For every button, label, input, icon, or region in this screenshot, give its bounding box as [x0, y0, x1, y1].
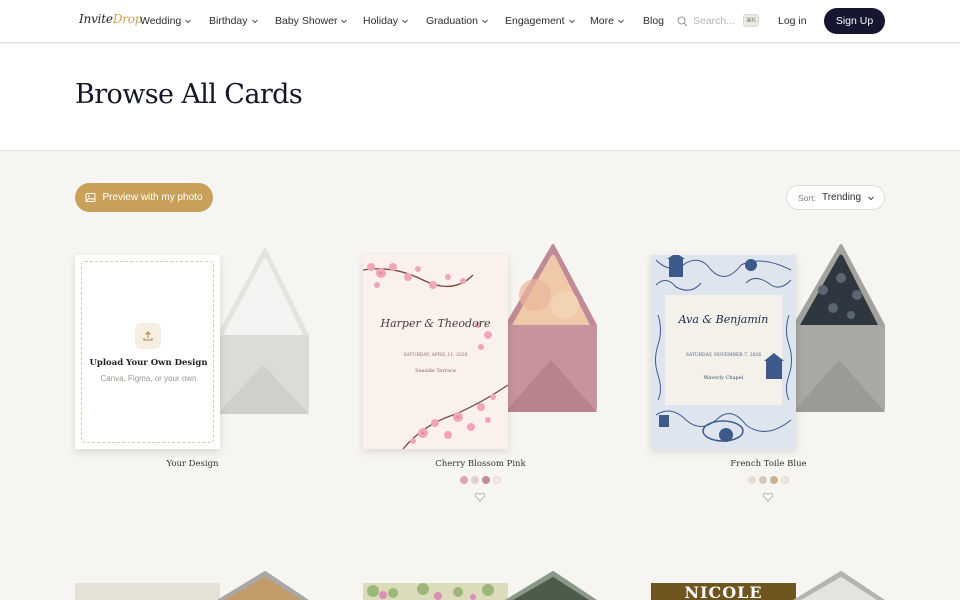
envelope-image — [793, 571, 885, 600]
color-swatches — [651, 476, 886, 484]
card-row2-2[interactable] — [363, 570, 603, 600]
card-preview-image — [363, 583, 508, 600]
card-title: Cherry Blossom Pink — [435, 459, 526, 469]
top-navbar: InviteDrop Wedding Birthday Baby Shower … — [0, 0, 960, 43]
color-swatch[interactable] — [748, 476, 756, 484]
card-cherry-blossom-pink[interactable]: Harper & Theodore SATURDAY, APRIL 11, 20… — [363, 244, 603, 515]
invite-date: SATURDAY, APRIL 11, 2026 — [403, 353, 468, 358]
envelope-image — [505, 244, 597, 412]
envelope-image — [217, 248, 309, 414]
chevron-down-icon — [618, 19, 624, 24]
upload-card[interactable]: Upload Your Own Design Canva, Figma, or … — [75, 255, 220, 449]
nav-item-baby-shower[interactable]: Baby Shower — [275, 15, 348, 27]
card-preview-image: NICOLE — [651, 583, 796, 600]
invite-date: SATURDAY, NOVEMBER 7, 2026 — [685, 353, 762, 358]
upload-title: Upload Your Own Design — [89, 358, 208, 368]
color-swatch[interactable] — [759, 476, 767, 484]
site-logo[interactable]: InviteDrop — [79, 12, 142, 26]
nav-item-holiday[interactable]: Holiday — [363, 15, 409, 27]
color-swatch-selected[interactable] — [482, 476, 490, 484]
chevron-down-icon — [482, 19, 488, 24]
color-swatch[interactable] — [781, 476, 789, 484]
page-title: Browse All Cards — [75, 79, 303, 110]
chevron-down-icon — [251, 19, 258, 24]
color-swatch[interactable] — [460, 476, 468, 484]
color-swatch[interactable] — [493, 476, 501, 484]
image-icon — [85, 193, 96, 202]
chevron-down-icon — [341, 19, 348, 24]
heart-icon[interactable] — [474, 491, 486, 503]
chevron-down-icon — [185, 19, 192, 24]
card-preview-image — [75, 583, 220, 600]
envelope-image — [793, 244, 885, 412]
signup-button[interactable]: Sign Up — [824, 8, 885, 34]
couple-names: Harper & Theodore — [380, 317, 491, 330]
chevron-down-icon — [568, 19, 575, 24]
nav-item-more[interactable]: More — [590, 15, 625, 27]
nav-item-engagement[interactable]: Engagement — [505, 15, 576, 27]
card-row2-3[interactable]: NICOLE — [651, 570, 891, 600]
envelope-image — [217, 571, 309, 600]
card-french-toile-blue[interactable]: Ava & Benjamin SATURDAY, NOVEMBER 7, 202… — [651, 244, 891, 515]
card-title: Your Design — [166, 459, 219, 469]
nav-item-blog[interactable]: Blog — [643, 15, 664, 27]
upload-dropzone[interactable]: Upload Your Own Design Canva, Figma, or … — [81, 261, 214, 443]
card-preview-image: Ava & Benjamin SATURDAY, NOVEMBER 7, 202… — [651, 255, 796, 449]
color-swatch[interactable] — [471, 476, 479, 484]
card-preview-image: Harper & Theodore SATURDAY, APRIL 11, 20… — [363, 255, 508, 449]
heart-icon[interactable] — [762, 491, 774, 503]
cherry-blossom-artwork — [363, 263, 508, 449]
page-header: Browse All Cards — [0, 44, 960, 151]
preview-with-photo-button[interactable]: Preview with my photo — [75, 183, 213, 212]
color-swatches — [363, 476, 598, 484]
upload-subtitle: Canva, Figma, or your own — [100, 374, 197, 383]
card-your-design[interactable]: Upload Your Own Design Canva, Figma, or … — [75, 248, 315, 515]
chevron-down-icon — [868, 196, 874, 200]
sort-dropdown[interactable]: Sort: Trending — [786, 185, 885, 210]
envelope-image — [505, 571, 597, 600]
search-shortcut-badge: ⌘K — [743, 14, 759, 27]
upload-icon — [135, 323, 161, 349]
couple-names: Ava & Benjamin — [678, 313, 769, 326]
card-title: French Toile Blue — [730, 459, 807, 469]
nav-item-graduation[interactable]: Graduation — [426, 15, 489, 27]
invite-venue: Seaside Terrace — [415, 368, 456, 374]
toile-artwork — [651, 255, 796, 449]
color-swatch-selected[interactable] — [770, 476, 778, 484]
card-overlay-name: NICOLE — [684, 583, 763, 600]
nav-item-wedding[interactable]: Wedding — [140, 15, 192, 27]
login-link[interactable]: Log in — [778, 15, 807, 27]
nav-item-birthday[interactable]: Birthday — [209, 15, 259, 27]
invite-venue: Waverly Chapel — [703, 375, 744, 381]
chevron-down-icon — [402, 19, 408, 24]
search-icon — [677, 15, 688, 26]
card-row2-1[interactable] — [75, 570, 315, 600]
